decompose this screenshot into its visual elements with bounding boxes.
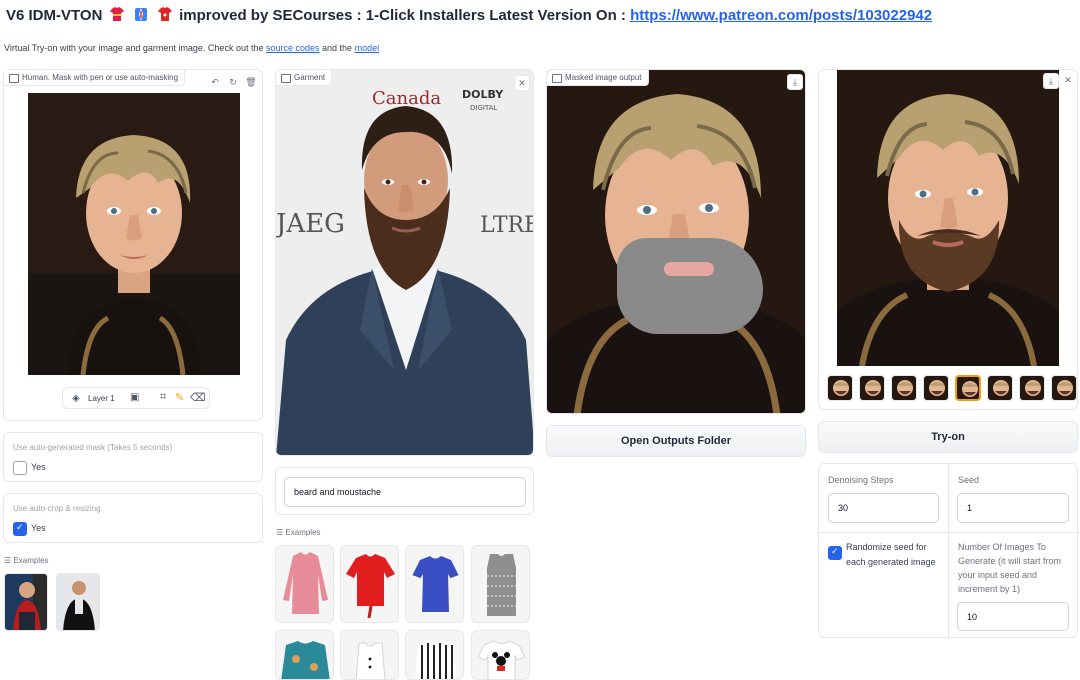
undo-icon[interactable]: ↶ [208, 75, 222, 89]
garment-description-box: beard and moustache [275, 467, 534, 515]
human-label: Human. Mask with pen or use auto-masking [22, 73, 179, 82]
trash-icon[interactable]: 🗑 [244, 75, 258, 89]
tshirt-emoji-icon [157, 7, 172, 21]
garment-examples-label: Examples [285, 528, 321, 537]
gallery-thumb[interactable] [827, 375, 853, 401]
source-codes-link[interactable]: source codes [266, 43, 320, 53]
backdrop-text-canada: Canada [372, 88, 441, 109]
randomize-seed-label[interactable]: Randomize seed for each generated image [846, 540, 942, 570]
backdrop-text-digital: DIGITAL [470, 104, 497, 112]
gallery-thumb[interactable] [891, 375, 917, 401]
human-examples-label: Examples [13, 556, 49, 565]
generation-settings: Denoising Steps 30 Seed 1 Randomize seed… [818, 463, 1079, 639]
denoising-steps-label: Denoising Steps [828, 475, 894, 485]
output-main-image [837, 70, 1059, 366]
download-icon[interactable]: ⤓ [1043, 73, 1059, 89]
human-examples-heading: ☰ Examples [4, 556, 49, 565]
denoising-steps-input[interactable]: 30 [828, 493, 939, 523]
subtitle-prefix: Virtual Try-on with your image and garme… [4, 43, 264, 53]
garment-image[interactable]: Garment ✕ Canada DOLBY DIGITAL JAEG LTRE [275, 69, 534, 456]
download-icon[interactable]: ⤓ [787, 74, 803, 90]
close-icon[interactable]: ✕ [1061, 73, 1075, 87]
close-icon[interactable]: ✕ [514, 75, 530, 91]
subtitle-and: and the [322, 43, 353, 53]
gallery-thumb-selected[interactable] [955, 375, 981, 401]
gallery-thumb[interactable] [987, 375, 1013, 401]
human-label-tag: Human. Mask with pen or use auto-masking [4, 70, 186, 86]
gallery-thumbnails [827, 375, 1077, 403]
human-photo [28, 93, 240, 375]
human-example-1[interactable] [4, 573, 48, 631]
auto-mask-checkbox[interactable] [13, 461, 27, 475]
list-icon: ☰ [4, 556, 12, 565]
image-icon [281, 74, 291, 83]
eraser-icon[interactable]: ⌫ [190, 391, 206, 404]
image-icon [552, 74, 562, 83]
auto-crop-group: Use auto-crop & resizing Yes [3, 493, 263, 543]
image-icon [9, 74, 19, 83]
open-outputs-folder-button[interactable]: Open Outputs Folder [546, 425, 806, 457]
crop-icon[interactable]: ⌗ [160, 391, 166, 404]
output-gallery: ⤓ ✕ [818, 69, 1078, 410]
seed-input[interactable]: 1 [957, 493, 1069, 523]
visible-mouth [664, 262, 714, 276]
beard-mask-region [617, 238, 763, 334]
settings-divider [819, 532, 1079, 533]
masked-label-tag: Masked image output [547, 70, 649, 86]
auto-crop-option[interactable]: Yes [31, 523, 46, 533]
editor-toolbar: ◈ Layer 1 ▣ ⌗ ✎ ⌫ [62, 387, 210, 409]
gallery-thumb[interactable] [859, 375, 885, 401]
garment-example-pink-top[interactable] [275, 545, 334, 623]
try-on-button[interactable]: Try-on [818, 421, 1078, 453]
backdrop-text-ltre: LTRE [480, 213, 534, 238]
human-image-editor[interactable]: Human. Mask with pen or use auto-masking… [3, 69, 263, 421]
title-suffix: improved by SECourses : 1-Click Installe… [179, 7, 626, 24]
garment-examples-heading: ☰ Examples [276, 528, 321, 537]
auto-mask-label: Use auto-generated mask (Takes 5 seconds… [13, 443, 173, 452]
auto-mask-option[interactable]: Yes [31, 462, 46, 472]
layer-label[interactable]: Layer 1 [88, 394, 115, 403]
garment-label: Garment [294, 73, 326, 82]
randomize-seed-checkbox[interactable] [828, 546, 842, 560]
garment-example-red-tee[interactable] [340, 545, 399, 623]
page-subtitle: Virtual Try-on with your image and garme… [4, 43, 379, 53]
list-icon: ☰ [276, 528, 284, 537]
brush-icon[interactable]: ✎ [175, 391, 184, 404]
gallery-thumb[interactable] [1051, 375, 1077, 401]
settings-divider [948, 464, 949, 639]
layers-icon[interactable]: ◈ [72, 393, 80, 404]
model-link[interactable]: model [355, 43, 380, 53]
auto-crop-checkbox[interactable] [13, 522, 27, 536]
redo-icon[interactable]: ↻ [226, 75, 240, 89]
jacket-emoji-icon [134, 8, 147, 21]
garment-example-sequin-top[interactable] [471, 545, 530, 623]
page-title: V6 IDM-VTON improved by SECourses : 1-Cl… [6, 6, 932, 24]
shirt-emoji-icon [109, 7, 124, 21]
garment-label-tag: Garment [276, 70, 333, 86]
masked-label: Masked image output [565, 73, 642, 82]
auto-mask-group: Use auto-generated mask (Takes 5 seconds… [3, 432, 263, 482]
num-images-label: Number Of Images To Generate (it will st… [958, 542, 1062, 594]
garment-description-input[interactable]: beard and moustache [284, 477, 526, 507]
masked-image-output: Masked image output ⤓ [546, 69, 806, 414]
gallery-thumb[interactable] [923, 375, 949, 401]
patreon-link[interactable]: https://www.patreon.com/posts/103022942 [630, 7, 932, 24]
garment-example-blue-tee[interactable] [405, 545, 464, 623]
human-example-2[interactable] [56, 573, 100, 631]
image-upload-icon[interactable]: ▣ [130, 392, 139, 403]
backdrop-text-jaeg: JAEG [276, 209, 345, 239]
auto-crop-label: Use auto-crop & resizing [13, 504, 101, 513]
backdrop-text-dolby: DOLBY [462, 88, 504, 101]
seed-label: Seed [958, 475, 980, 485]
title-prefix: V6 IDM-VTON [6, 7, 103, 24]
gallery-thumb[interactable] [1019, 375, 1045, 401]
num-images-input[interactable]: 10 [957, 602, 1069, 631]
